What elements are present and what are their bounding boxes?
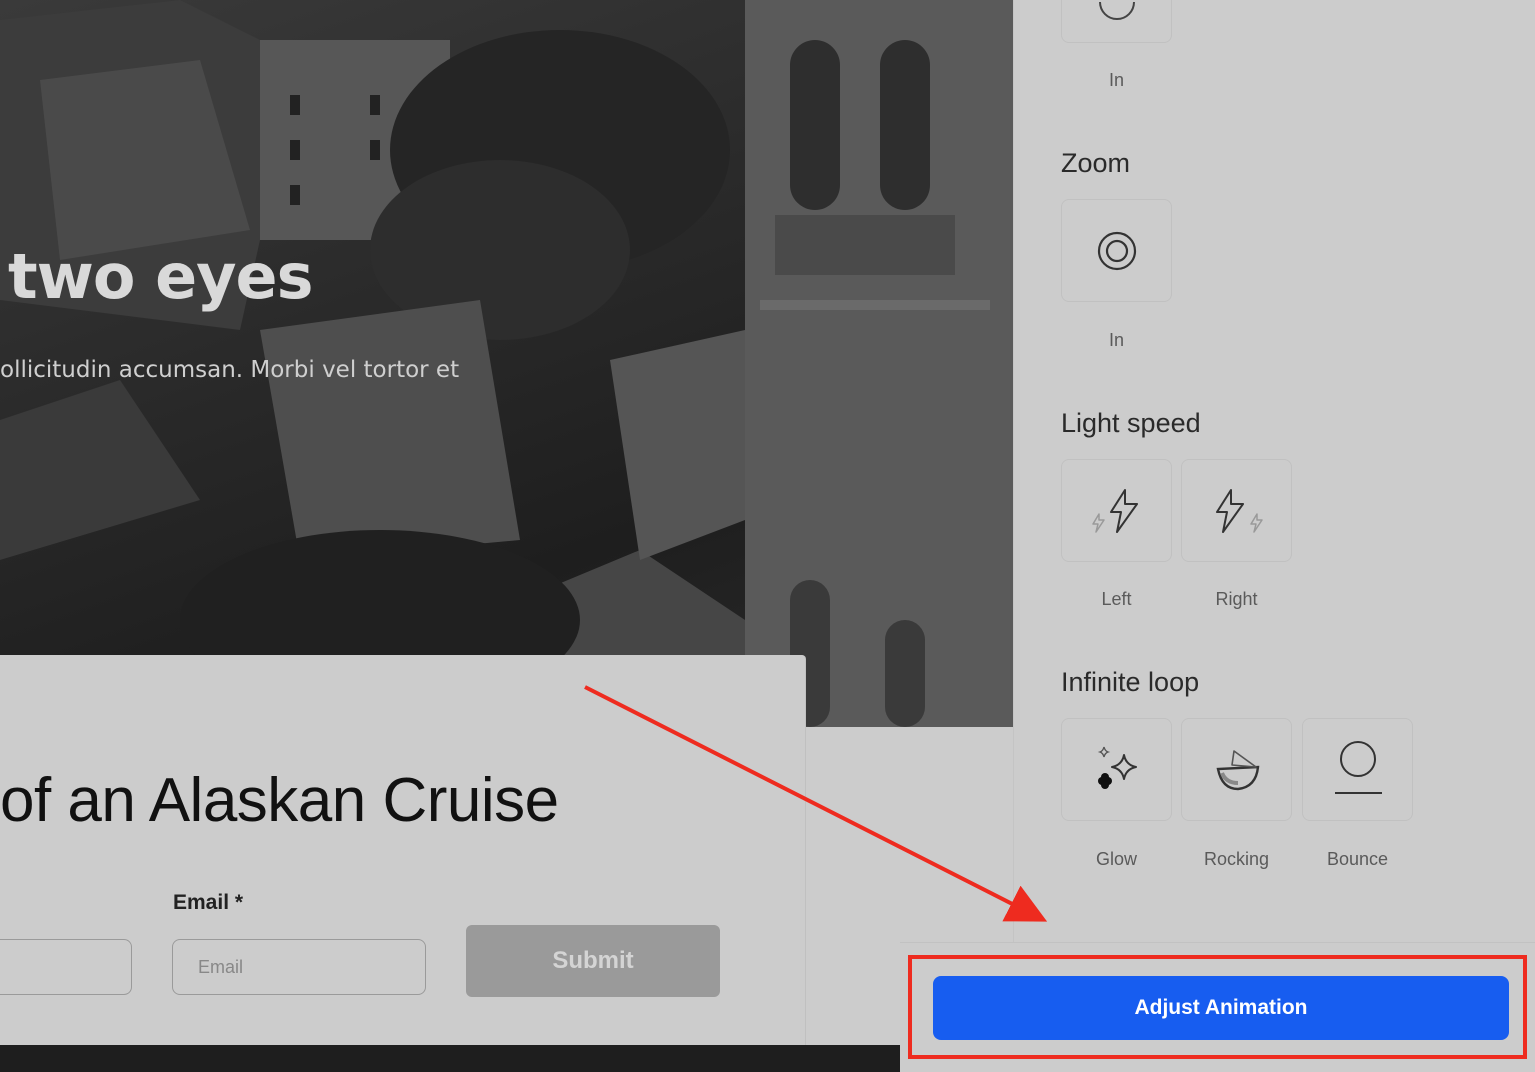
adjust-animation-button[interactable]: Adjust Animation [933, 976, 1509, 1040]
section-title-zoom: Zoom [1061, 148, 1131, 178]
sparkle-icon [1097, 746, 1137, 789]
section-title-infinite-loop: Infinite loop [1061, 667, 1200, 697]
image-strip [0, 1045, 900, 1072]
anim-label-in: In [1108, 70, 1124, 90]
zoom-in-icon [1097, 231, 1136, 270]
anim-tile-glow[interactable] [1061, 718, 1172, 821]
anim-tile-in[interactable] [1061, 0, 1172, 43]
anim-tile-zoom-in[interactable] [1061, 199, 1172, 302]
anim-label-left: Left [1101, 589, 1132, 609]
rocking-icon [1216, 749, 1259, 790]
hero-title: two eyes [8, 240, 314, 313]
section-title-light-speed: Light speed [1061, 408, 1201, 438]
email-field[interactable]: Email [172, 939, 426, 995]
anim-tile-rocking[interactable] [1181, 718, 1292, 821]
circle-icon [1098, 1, 1135, 20]
name-field[interactable] [0, 939, 132, 995]
anim-label-glow: Glow [1095, 849, 1137, 869]
lightning-left-icon [1091, 488, 1138, 533]
email-label: Email * [173, 891, 244, 914]
anim-label-bounce: Bounce [1326, 849, 1389, 869]
anim-label-right: Right [1215, 589, 1258, 609]
anim-label-zoom-in: In [1108, 330, 1124, 350]
hero-image: two eyes ollicitudin accumsan. Morbi vel… [0, 0, 1013, 727]
anim-tile-lightspeed-left[interactable] [1061, 459, 1172, 562]
form-title: of an Alaskan Cruise [0, 766, 559, 835]
anim-label-rocking: Rocking [1203, 849, 1270, 869]
bounce-icon [1334, 740, 1382, 794]
anim-tile-bounce[interactable] [1302, 718, 1413, 821]
screen: two eyes ollicitudin accumsan. Morbi vel… [0, 0, 1535, 1072]
hero-subtitle: ollicitudin accumsan. Morbi vel tortor e… [0, 357, 460, 383]
lightning-right-icon [1215, 488, 1263, 533]
submit-button[interactable]: Submit [466, 925, 720, 997]
anim-tile-lightspeed-right[interactable] [1181, 459, 1292, 562]
